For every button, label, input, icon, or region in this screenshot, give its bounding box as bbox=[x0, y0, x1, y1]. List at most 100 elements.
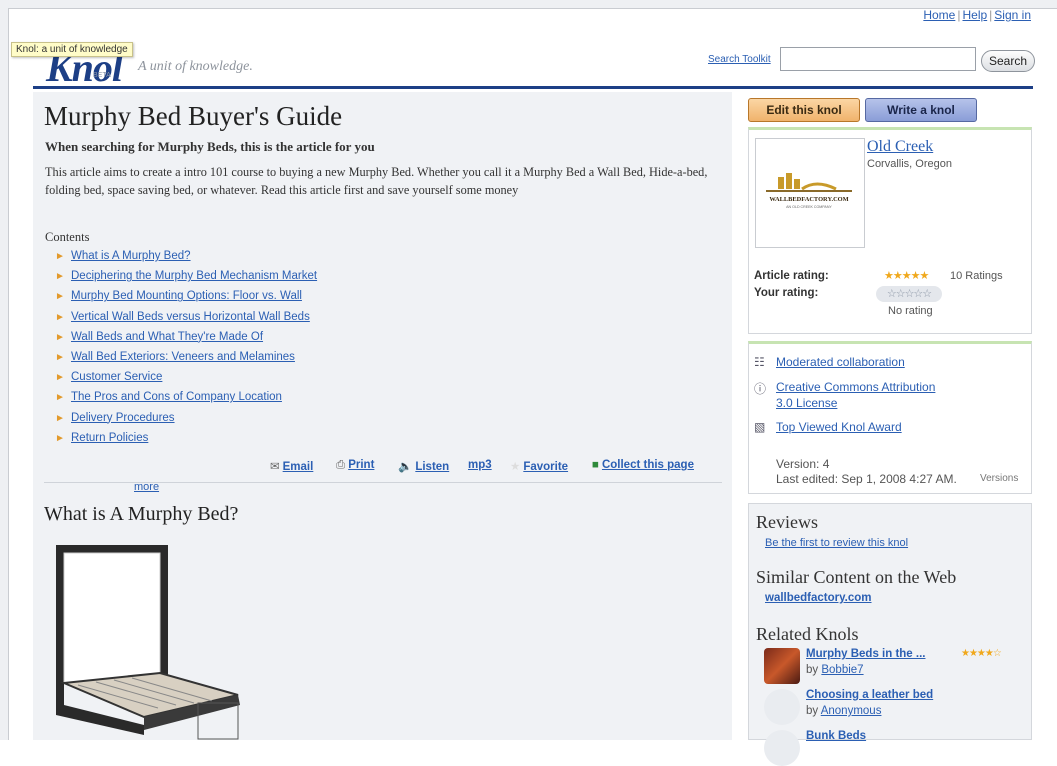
toc-item: ► Customer Service bbox=[53, 371, 317, 391]
contents-label: Contents bbox=[45, 230, 90, 244]
related-knol-item[interactable]: Murphy Beds in the ... by Bobbie7 ★★★★☆ bbox=[756, 648, 1026, 684]
tagline: A unit of knowledge. bbox=[138, 59, 253, 74]
related-knol-title[interactable]: Murphy Beds in the ... bbox=[806, 648, 925, 660]
speaker-icon: 🔈 bbox=[398, 461, 413, 473]
toc-link[interactable]: Return Policies bbox=[71, 432, 148, 444]
author-link[interactable]: Bobbie7 bbox=[821, 664, 863, 676]
toc-link[interactable]: Deciphering the Murphy Bed Mechanism Mar… bbox=[71, 270, 317, 282]
murphy-bed-image bbox=[56, 545, 240, 740]
reviews-heading: Reviews bbox=[756, 512, 818, 532]
toc-link[interactable]: What is A Murphy Bed? bbox=[71, 250, 191, 262]
table-of-contents: ► What is A Murphy Bed? ► Deciphering the … bbox=[53, 250, 317, 452]
by-label: by bbox=[806, 705, 819, 717]
by-label: by bbox=[806, 664, 819, 676]
related-knol-thumbnail[interactable] bbox=[764, 648, 800, 684]
section-heading: What is A Murphy Bed? bbox=[44, 503, 239, 525]
page-title: Murphy Bed Buyer's Guide bbox=[44, 101, 343, 131]
browser-frame-top bbox=[0, 0, 1057, 9]
cc-license-link-1[interactable]: Creative Commons Attribution bbox=[776, 380, 935, 394]
beta-label: BETA bbox=[93, 72, 111, 79]
collect-link[interactable]: Collect this page bbox=[602, 459, 694, 471]
printer-icon: ⎙ bbox=[336, 459, 346, 471]
your-rating-label: Your rating: bbox=[754, 287, 819, 299]
collection-icon: ■ bbox=[592, 459, 599, 471]
email-action[interactable]: ✉ Email bbox=[270, 459, 313, 473]
no-rating-text: No rating bbox=[888, 305, 933, 317]
similar-content-link[interactable]: wallbedfactory.com bbox=[765, 592, 872, 604]
write-knol-button[interactable]: Write a knol bbox=[865, 98, 977, 122]
ratings-count[interactable]: 10 Ratings bbox=[950, 270, 1003, 282]
version-info: Version: 4 Last edited: Sep 1, 2008 4:27… bbox=[776, 457, 957, 487]
related-knol-thumbnail[interactable] bbox=[764, 730, 800, 766]
related-knol-author: by Anonymous bbox=[806, 705, 881, 717]
logo-subtext: AN OLD CREEK COMPANY bbox=[786, 205, 832, 209]
search-button[interactable]: Search bbox=[981, 50, 1035, 72]
sign-in-link[interactable]: Sign in bbox=[994, 8, 1031, 22]
article-rating-label: Article rating: bbox=[754, 270, 829, 282]
related-knol-thumbnail[interactable] bbox=[764, 689, 800, 725]
award-link[interactable]: Top Viewed Knol Award bbox=[776, 420, 902, 434]
toc-link[interactable]: Vertical Wall Beds versus Horizontal Wal… bbox=[71, 311, 310, 323]
bullet-icon: ► bbox=[55, 291, 65, 303]
version-number: Version: 4 bbox=[776, 457, 830, 471]
toc-link[interactable]: Wall Bed Exteriors: Veneers and Melamine… bbox=[71, 351, 295, 363]
related-knol-author: by Bobbie7 bbox=[806, 664, 864, 676]
toc-item: ► Deciphering the Murphy Bed Mechanism Ma… bbox=[53, 270, 317, 290]
collect-action[interactable]: ■ Collect this page bbox=[592, 459, 694, 471]
toc-link[interactable]: The Pros and Cons of Company Location bbox=[71, 391, 282, 403]
moderated-link[interactable]: Moderated collaboration bbox=[776, 355, 905, 369]
email-link[interactable]: Email bbox=[283, 461, 314, 473]
author-logo-image[interactable]: WALLBEDFACTORY.COM AN OLD CREEK COMPANY bbox=[755, 138, 865, 248]
toc-item: ► Vertical Wall Beds versus Horizontal Wa… bbox=[53, 311, 317, 331]
versions-link[interactable]: Versions bbox=[980, 473, 1018, 484]
favorite-action[interactable]: ★ Favorite bbox=[510, 459, 568, 473]
listen-link[interactable]: Listen bbox=[415, 461, 449, 473]
your-rating-stars[interactable]: ☆☆☆☆☆ bbox=[876, 286, 942, 302]
listen-action[interactable]: 🔈 Listen bbox=[398, 459, 449, 473]
favorite-link[interactable]: Favorite bbox=[523, 461, 568, 473]
bullet-icon: ► bbox=[55, 351, 65, 363]
mp3-action[interactable]: mp3 bbox=[468, 459, 492, 471]
search-toolkit-link[interactable]: Search Toolkit bbox=[708, 54, 771, 65]
toc-item: ► Return Policies bbox=[53, 432, 317, 452]
mp3-link[interactable]: mp3 bbox=[468, 459, 492, 471]
search-input[interactable] bbox=[780, 47, 976, 71]
edit-knol-button[interactable]: Edit this knol bbox=[748, 98, 860, 122]
logo-tooltip: Knol: a unit of knowledge bbox=[11, 42, 133, 57]
related-knol-item[interactable]: Bunk Beds bbox=[756, 730, 1026, 766]
bullet-icon: ► bbox=[55, 372, 65, 384]
home-link[interactable]: Home bbox=[923, 8, 955, 22]
toc-item: ► What is A Murphy Bed? bbox=[53, 250, 317, 270]
print-link[interactable]: Print bbox=[348, 459, 374, 471]
author-location: Corvallis, Oregon bbox=[867, 158, 952, 170]
help-link[interactable]: Help bbox=[962, 8, 987, 22]
author-name-link[interactable]: Old Creek bbox=[867, 138, 933, 156]
related-knol-stars: ★★★★☆ bbox=[961, 648, 1002, 659]
article-rating-stars: ★★★★★ bbox=[884, 270, 929, 282]
related-knol-title[interactable]: Choosing a leather bed bbox=[806, 689, 933, 701]
print-action[interactable]: ⎙ Print bbox=[336, 459, 374, 472]
toc-link[interactable]: Customer Service bbox=[71, 371, 162, 383]
bullet-icon: ► bbox=[55, 392, 65, 404]
header-rule bbox=[33, 86, 1033, 89]
related-knols-heading: Related Knols bbox=[756, 624, 859, 644]
related-knol-title[interactable]: Bunk Beds bbox=[806, 730, 866, 742]
author-link[interactable]: Anonymous bbox=[821, 705, 882, 717]
toc-link[interactable]: Murphy Bed Mounting Options: Floor vs. W… bbox=[71, 290, 302, 302]
toc-link[interactable]: Wall Beds and What They're Made Of bbox=[71, 331, 263, 343]
star-icon: ★ bbox=[510, 461, 521, 473]
bullet-icon: ► bbox=[55, 331, 65, 343]
article-summary: This article aims to create a intro 101 … bbox=[45, 165, 708, 197]
logo-text: WALLBEDFACTORY.COM bbox=[769, 196, 848, 203]
browser-frame-left bbox=[0, 8, 9, 740]
envelope-icon: ✉ bbox=[270, 461, 280, 473]
cc-license-link-2[interactable]: 3.0 License bbox=[776, 396, 837, 410]
toc-item: ► Delivery Procedures bbox=[53, 412, 317, 432]
related-knol-item[interactable]: Choosing a leather bed by Anonymous bbox=[756, 689, 1026, 725]
toc-item: ► Wall Bed Exteriors: Veneers and Melamin… bbox=[53, 351, 317, 371]
toc-item: ► Wall Beds and What They're Made Of bbox=[53, 331, 317, 351]
first-review-link[interactable]: Be the first to review this knol bbox=[765, 537, 908, 549]
collaboration-icon: ☷ bbox=[754, 355, 765, 369]
toc-link[interactable]: Delivery Procedures bbox=[71, 412, 175, 424]
more-link[interactable]: more bbox=[134, 481, 159, 493]
